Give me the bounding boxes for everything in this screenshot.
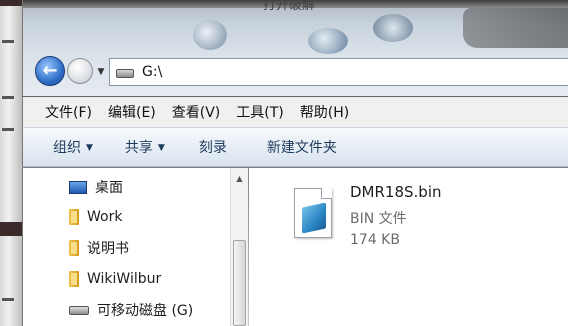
file-size: 174 KB	[350, 232, 400, 248]
menu-view[interactable]: 查看(V)	[172, 102, 221, 122]
removable-drive-icon	[69, 305, 89, 315]
file-type: BIN 文件	[350, 211, 407, 227]
desktop-icon	[69, 180, 87, 194]
back-button[interactable]: ←	[35, 56, 65, 86]
menu-help[interactable]: 帮助(H)	[300, 102, 349, 122]
nav-item-desktop[interactable]: 桌面	[69, 176, 123, 198]
back-arrow-icon: ←	[42, 60, 58, 81]
drive-icon	[116, 69, 134, 78]
forward-button[interactable]	[67, 58, 93, 84]
share-button[interactable]: 共享 ▼	[125, 137, 165, 157]
file-list-pane: DMR18S.bin BIN 文件 174 KB	[249, 168, 568, 326]
explorer-window: 打开破解 ← ▼ G:\ 文件(F) 编辑(E) 查看(V) 工具(T) 帮助(…	[22, 0, 568, 326]
navigation-scrollbar[interactable]: ▲	[230, 168, 248, 326]
menu-tools[interactable]: 工具(T)	[236, 102, 283, 122]
address-bar[interactable]: G:\	[109, 58, 568, 86]
nav-item-wikiwilbur[interactable]: WikiWilbur	[69, 268, 161, 290]
navigation-pane: 桌面 Work 说明书 WikiWilbur 可移动磁盘 (G)	[22, 168, 248, 326]
nav-item-manual[interactable]: 说明书	[69, 237, 129, 259]
folder-icon	[69, 209, 79, 225]
command-bar: 组织 ▼ 共享 ▼ 刻录 新建文件夹	[22, 127, 568, 167]
bin-file-icon[interactable]	[294, 188, 332, 238]
background-window-edge	[0, 0, 22, 326]
folder-icon	[69, 240, 79, 256]
new-folder-button[interactable]: 新建文件夹	[267, 137, 337, 157]
chevron-down-icon: ▼	[97, 67, 105, 77]
window-title: 打开破解	[263, 0, 316, 13]
title-bar: 打开破解 ← ▼ G:\	[22, 0, 568, 96]
chevron-down-icon: ▼	[157, 143, 165, 153]
recent-pages-dropdown[interactable]: ▼	[95, 66, 107, 78]
scroll-up-arrow-icon[interactable]: ▲	[231, 172, 248, 186]
menu-file[interactable]: 文件(F)	[45, 102, 92, 122]
scroll-thumb[interactable]	[233, 240, 246, 326]
burn-button[interactable]: 刻录	[199, 137, 227, 157]
organize-button[interactable]: 组织 ▼	[53, 137, 93, 157]
file-name[interactable]: DMR18S.bin	[350, 183, 442, 201]
menu-edit[interactable]: 编辑(E)	[108, 102, 156, 122]
nav-item-removable-drive[interactable]: 可移动磁盘 (G)	[69, 299, 193, 321]
nav-item-work[interactable]: Work	[69, 206, 122, 228]
menu-bar: 文件(F) 编辑(E) 查看(V) 工具(T) 帮助(H)	[22, 97, 568, 127]
address-path: G:\	[142, 64, 163, 80]
chevron-down-icon: ▼	[86, 143, 93, 153]
folder-icon	[69, 271, 79, 287]
